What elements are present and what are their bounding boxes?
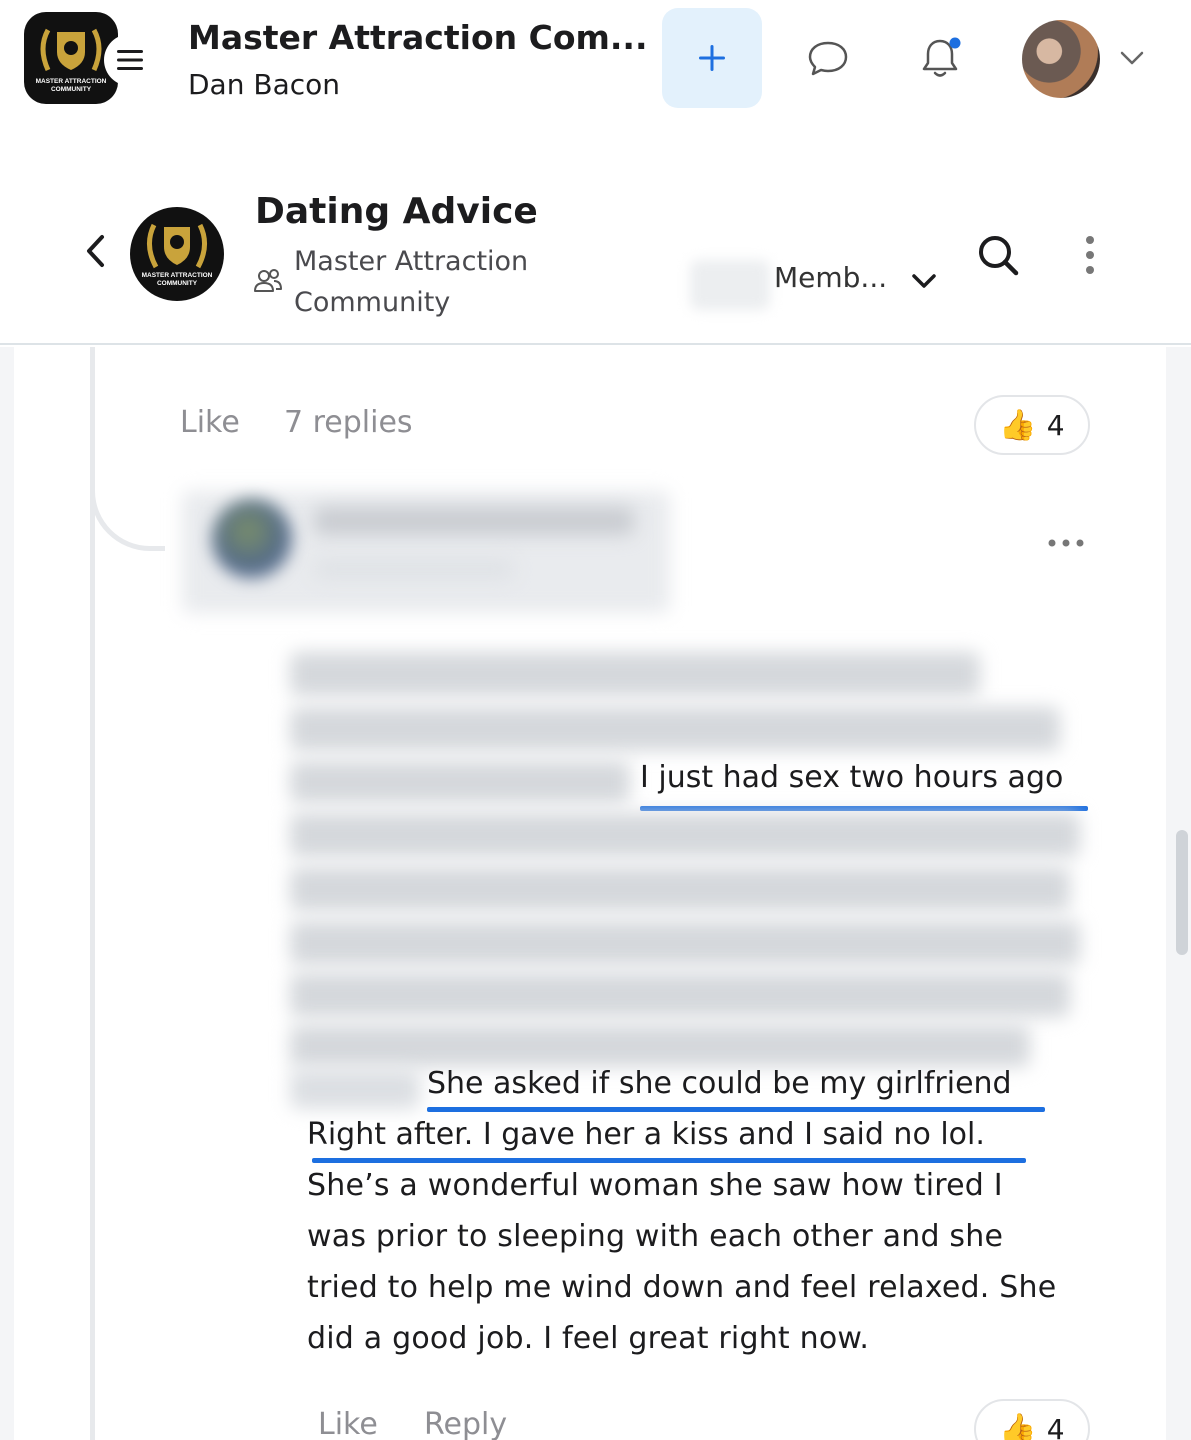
account-menu-button[interactable] xyxy=(1102,28,1162,88)
reply-timestamp-blurred xyxy=(314,559,514,579)
menu-icon xyxy=(117,50,143,70)
reply-author-name-blurred xyxy=(314,507,634,535)
thumbs-up-icon: 👍 xyxy=(999,1411,1037,1440)
reaction-count: 4 xyxy=(1046,1412,1065,1440)
svg-text:MASTER ATTRACTION: MASTER ATTRACTION xyxy=(36,78,107,85)
user-avatar[interactable] xyxy=(1022,20,1100,98)
back-button[interactable] xyxy=(74,229,118,273)
reply-text-blurred xyxy=(290,973,1070,1017)
highlighted-text-2a: She asked if she could be my girlfriend xyxy=(427,1066,1012,1101)
reaction-count: 4 xyxy=(1046,408,1065,442)
thumbs-up-icon: 👍 xyxy=(999,407,1037,443)
svg-text:MASTER ATTRACTION: MASTER ATTRACTION xyxy=(142,272,213,279)
notifications-button[interactable] xyxy=(910,28,970,88)
community-name-link[interactable]: Master Attraction Community xyxy=(294,241,574,323)
reply-body-line: She’s a wonderful woman she saw how tire… xyxy=(307,1168,1003,1203)
reply-body-line: was prior to sleeping with each other an… xyxy=(307,1219,1004,1254)
reply-text-blurred xyxy=(290,867,1070,911)
plus-icon xyxy=(699,45,725,71)
reply-text-blurred xyxy=(290,1025,1030,1067)
members-dropdown-button[interactable] xyxy=(904,261,944,301)
bell-icon xyxy=(922,37,961,77)
svg-text:COMMUNITY: COMMUNITY xyxy=(51,86,92,93)
reply-like-button[interactable]: Like xyxy=(318,1407,378,1440)
reply-text-blurred xyxy=(290,652,980,696)
truncated-previous-text xyxy=(204,347,374,353)
reply-author-avatar xyxy=(212,499,292,579)
create-post-button[interactable] xyxy=(662,8,762,108)
search-icon xyxy=(979,236,1019,276)
highlight-underline xyxy=(427,1107,1045,1112)
scrollbar-thumb[interactable] xyxy=(1176,830,1188,955)
more-vertical-icon xyxy=(1086,236,1094,274)
chevron-left-icon xyxy=(87,235,104,267)
highlight-underline xyxy=(312,1158,1026,1163)
messages-button[interactable] xyxy=(798,28,858,88)
reply-text-blurred xyxy=(290,707,1060,751)
more-horizontal-icon xyxy=(1048,539,1084,547)
reply-text-blurred xyxy=(290,1069,420,1109)
chevron-down-icon xyxy=(912,274,936,288)
app-title: Master Attraction Com... xyxy=(188,18,648,57)
reply-text-blurred xyxy=(290,921,1080,965)
svg-text:COMMUNITY: COMMUNITY xyxy=(157,280,198,287)
search-button[interactable] xyxy=(970,227,1026,283)
reply-text-blurred xyxy=(290,813,1080,857)
top-app-bar: MASTER ATTRACTION COMMUNITY Master Attra… xyxy=(0,0,1191,120)
comment-feed: Like 7 replies 👍 4 I just had sex two ho… xyxy=(0,347,1191,1440)
reply-body-line: tried to help me wind down and feel rela… xyxy=(307,1270,1057,1305)
chevron-down-icon xyxy=(1120,51,1144,65)
highlighted-text-2b: Right after. I gave her a kiss and I sai… xyxy=(307,1117,985,1152)
comment-like-button[interactable]: Like xyxy=(180,405,240,440)
members-dropdown-label[interactable]: Memb... xyxy=(774,261,887,294)
community-icon xyxy=(254,269,282,292)
reply-reply-button[interactable]: Reply xyxy=(424,1407,507,1440)
app-subtitle: Dan Bacon xyxy=(188,68,341,101)
members-avatars-blurred xyxy=(690,260,770,310)
laurel-shield-icon: MASTER ATTRACTION COMMUNITY xyxy=(142,223,213,287)
group-title: Dating Advice xyxy=(255,191,538,232)
highlighted-text-1: I just had sex two hours ago xyxy=(640,760,1064,795)
chat-bubble-icon xyxy=(808,41,848,76)
comment-replies-link[interactable]: 7 replies xyxy=(284,405,413,440)
group-logo: MASTER ATTRACTION COMMUNITY xyxy=(130,207,224,301)
group-more-button[interactable] xyxy=(1068,227,1112,283)
reply-more-button[interactable] xyxy=(1038,525,1094,561)
reply-body-line: did a good job. I feel great right now. xyxy=(307,1321,870,1356)
reply-text-blurred xyxy=(290,761,630,803)
reply-reaction-badge[interactable]: 👍 4 xyxy=(974,1399,1090,1440)
menu-button[interactable] xyxy=(104,34,156,86)
group-header: MASTER ATTRACTION COMMUNITY Dating Advic… xyxy=(0,165,1191,345)
highlight-underline xyxy=(640,806,1088,811)
comment-reaction-badge[interactable]: 👍 4 xyxy=(974,395,1090,455)
